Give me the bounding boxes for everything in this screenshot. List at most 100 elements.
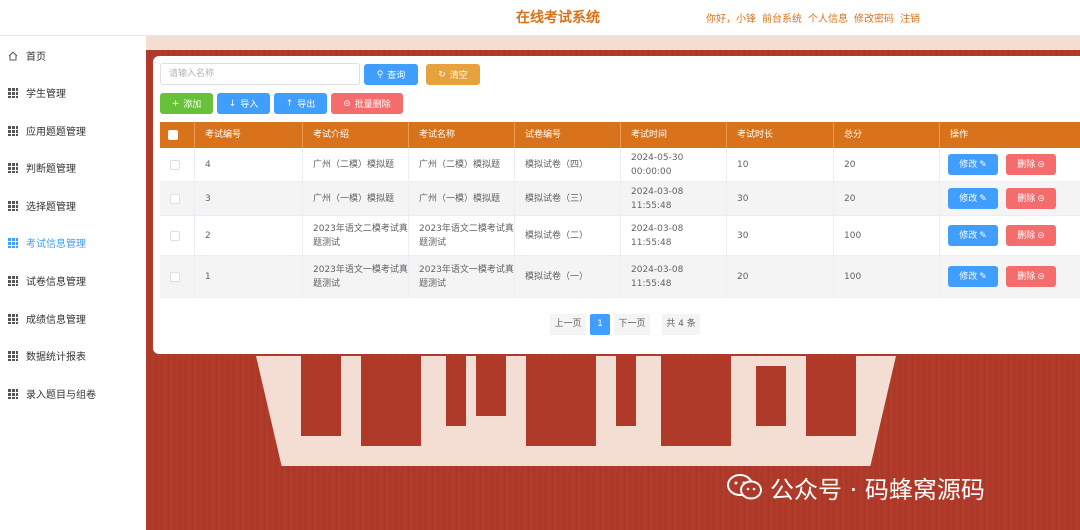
- cell-actions: 修改 ✎ 删除 ⊝: [940, 182, 1080, 215]
- cell-exam-id: 3: [195, 182, 303, 215]
- clear-button[interactable]: ↻ 清空: [426, 64, 480, 85]
- background-letter-gap: [661, 356, 731, 446]
- table-row: 4 广州（二模）模拟题 广州（二模）模拟题 模拟试卷（四） 2024-05-30…: [160, 148, 1080, 182]
- sidebar-item-students[interactable]: 学生管理: [0, 74, 146, 111]
- arrow-up-icon: ↑: [285, 98, 294, 109]
- sidebar-item-paper-info[interactable]: 试卷信息管理: [0, 262, 146, 299]
- page-number-button[interactable]: 1: [590, 314, 610, 335]
- cell-exam-time: 2024-05-30 00:00:00: [621, 148, 727, 181]
- cell-total-score: 20: [834, 182, 940, 215]
- watermark-text: 公众号 · 码蜂窝源码: [770, 475, 985, 504]
- edit-button-label: 修改: [959, 230, 978, 241]
- sidebar-item-home[interactable]: 首页: [0, 37, 146, 74]
- next-page-button[interactable]: 下一页: [614, 314, 650, 335]
- delete-button[interactable]: 删除 ⊝: [1006, 266, 1056, 287]
- sidebar-item-true-false-questions[interactable]: 判断题管理: [0, 149, 146, 186]
- grid-icon: [8, 162, 18, 173]
- background-shape: [146, 36, 1080, 50]
- cell-actions: 修改 ✎ 删除 ⊝: [940, 148, 1080, 181]
- cell-exam-intro: 2023年语文二模考试真题测试: [303, 216, 409, 255]
- grid-icon: [8, 313, 18, 324]
- cell-duration: 10: [727, 148, 834, 181]
- column-header[interactable]: 考试时间: [621, 122, 727, 148]
- row-checkbox[interactable]: [170, 230, 180, 241]
- table-row: 1 2023年语文一模考试真题测试 2023年语文一模考试真题测试 模拟试卷（一…: [160, 256, 1080, 298]
- frontend-link[interactable]: 前台系统: [762, 10, 802, 25]
- query-button[interactable]: ⚲ 查询: [364, 64, 418, 85]
- refresh-icon: ↻: [438, 69, 446, 80]
- delete-button[interactable]: 删除 ⊝: [1006, 154, 1056, 175]
- app-title: 在线考试系统: [516, 10, 600, 26]
- cell-exam-time: 2024-03-08 11:55:48: [621, 182, 727, 215]
- edit-button-label: 修改: [959, 193, 978, 204]
- export-button[interactable]: ↑ 导出: [274, 93, 327, 114]
- row-select-cell: [160, 256, 195, 297]
- table-row: 3 广州（一模）模拟题 广州（一模）模拟题 模拟试卷（三） 2024-03-08…: [160, 182, 1080, 216]
- edit-button[interactable]: 修改 ✎: [948, 188, 998, 209]
- edit-button[interactable]: 修改 ✎: [948, 225, 998, 246]
- minus-circle-icon: ⊝: [1037, 271, 1045, 282]
- cell-exam-intro: 2023年语文一模考试真题测试: [303, 256, 409, 297]
- edit-icon: ✎: [979, 159, 987, 170]
- wechat-icon: [726, 472, 764, 502]
- row-checkbox[interactable]: [170, 193, 180, 204]
- cell-duration: 30: [727, 216, 834, 255]
- cell-exam-id: 4: [195, 148, 303, 181]
- cell-exam-intro: 广州（二模）模拟题: [303, 148, 409, 181]
- grid-icon: [8, 388, 18, 399]
- greeting-text: 你好，小锋: [706, 14, 756, 25]
- cell-duration: 20: [727, 256, 834, 297]
- sidebar-item-choice-questions[interactable]: 选择题管理: [0, 187, 146, 224]
- cell-paper-id: 模拟试卷（二）: [515, 216, 621, 255]
- column-header[interactable]: 考试编号: [195, 122, 303, 148]
- column-header[interactable]: 总分: [834, 122, 940, 148]
- grid-icon: [8, 237, 18, 248]
- sidebar-item-label: 考试信息管理: [26, 239, 86, 250]
- delete-button[interactable]: 删除 ⊝: [1006, 188, 1056, 209]
- import-button[interactable]: ↓ 导入: [217, 93, 270, 114]
- column-header[interactable]: 考试名称: [409, 122, 515, 148]
- sidebar-item-application-questions[interactable]: 应用题题管理: [0, 112, 146, 149]
- cell-total-score: 100: [834, 216, 940, 255]
- change-password-link[interactable]: 修改密码: [854, 10, 894, 25]
- sidebar-item-score-info[interactable]: 成绩信息管理: [0, 300, 146, 337]
- cell-exam-time: 2024-03-08 11:55:48: [621, 256, 727, 297]
- select-all-checkbox[interactable]: [168, 130, 178, 140]
- prev-page-button[interactable]: 上一页: [550, 314, 586, 335]
- sidebar-item-label: 试卷信息管理: [26, 277, 86, 288]
- cell-exam-time: 2024-03-08 11:55:48: [621, 216, 727, 255]
- background-letter-gap: [446, 356, 466, 426]
- grid-icon: [8, 200, 18, 211]
- background-letter-gap: [476, 356, 506, 416]
- edit-button[interactable]: 修改 ✎: [948, 154, 998, 175]
- sidebar-item-statistics[interactable]: 数据统计报表: [0, 337, 146, 374]
- column-header[interactable]: 考试介绍: [303, 122, 409, 148]
- cell-duration: 30: [727, 182, 834, 215]
- search-input[interactable]: [160, 63, 360, 85]
- cell-total-score: 100: [834, 256, 940, 297]
- sidebar-item-compose-paper[interactable]: 录入题目与组卷: [0, 375, 146, 412]
- export-button-label: 导出: [297, 100, 316, 110]
- profile-link[interactable]: 个人信息: [808, 10, 848, 25]
- cell-paper-id: 模拟试卷（四）: [515, 148, 621, 181]
- batch-delete-button-label: 批量删除: [354, 100, 391, 110]
- sidebar: 首页 学生管理 应用题题管理 判断题管理 选择题管理 考试信息管理 试卷信息管理…: [0, 36, 146, 530]
- delete-button-label: 删除: [1017, 271, 1036, 282]
- row-checkbox[interactable]: [170, 271, 180, 282]
- row-checkbox[interactable]: [170, 159, 180, 170]
- sidebar-item-exam-info[interactable]: 考试信息管理: [0, 224, 146, 261]
- row-select-cell: [160, 148, 195, 181]
- edit-button[interactable]: 修改 ✎: [948, 266, 998, 287]
- column-header[interactable]: 考试时长: [727, 122, 834, 148]
- add-button[interactable]: + 添加: [160, 93, 213, 114]
- total-count: 共 4 条: [662, 314, 700, 335]
- column-header[interactable]: 试卷编号: [515, 122, 621, 148]
- batch-delete-button[interactable]: ⊝ 批量删除: [331, 93, 403, 114]
- search-icon: ⚲: [376, 69, 384, 80]
- delete-button[interactable]: 删除 ⊝: [1006, 225, 1056, 246]
- edit-icon: ✎: [979, 193, 987, 204]
- logout-link[interactable]: 注销: [900, 10, 920, 25]
- grid-icon: [8, 350, 18, 361]
- background-letter-gap: [756, 366, 786, 426]
- table-header: 考试编号 考试介绍 考试名称 试卷编号 考试时间 考试时长 总分 操作: [160, 122, 1080, 148]
